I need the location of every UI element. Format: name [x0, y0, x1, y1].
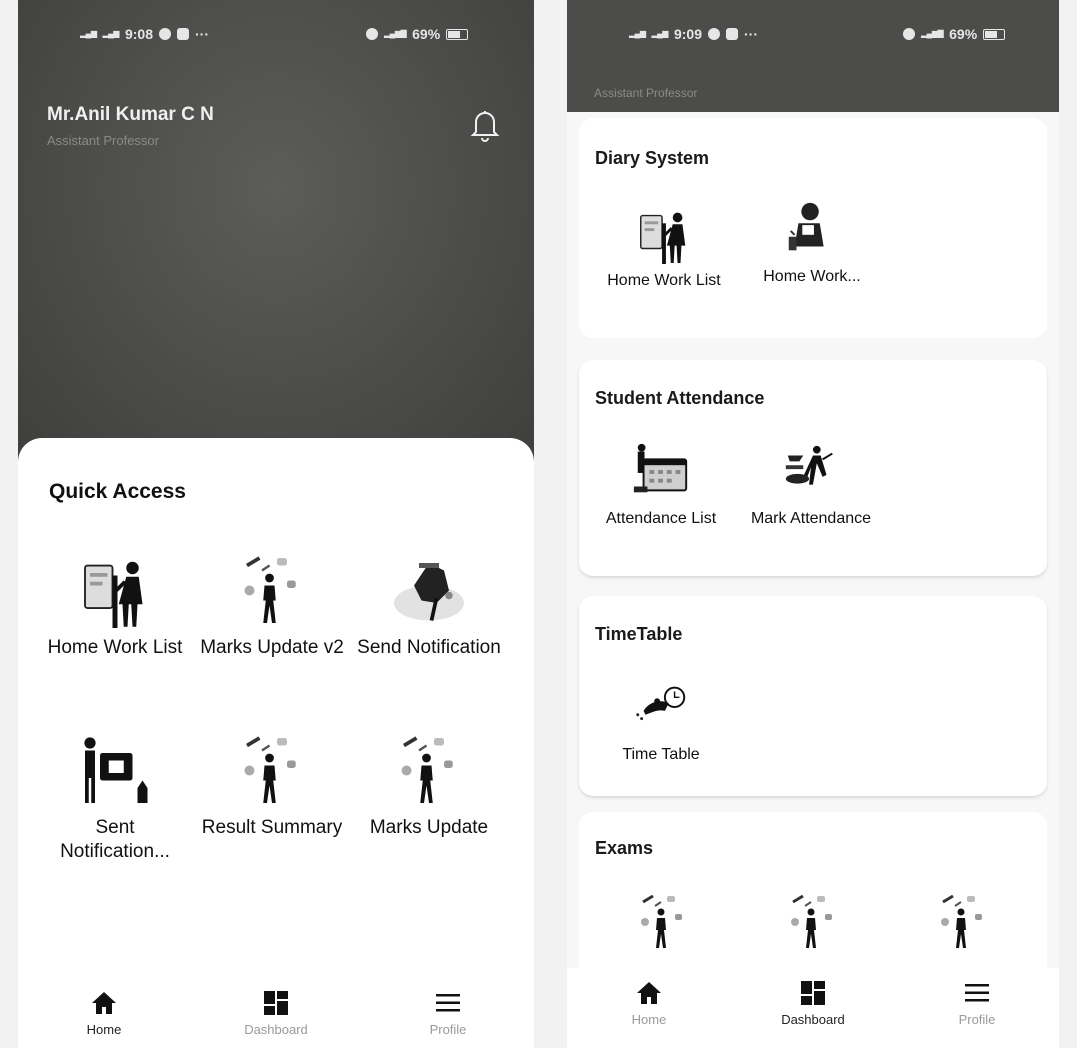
collapsed-header: ▂▄▆ ▂▄▆ 9:09 ··· ▂▄▆▇ 69% Assistant Prof… — [567, 0, 1059, 112]
message-icon — [726, 28, 738, 40]
bottom-nav: Home Dashboard Profile — [18, 978, 534, 1048]
home-icon — [92, 992, 116, 1014]
left-phone-screen: ▂▄▆ ▂▄▆ 9:08 ··· ▂▄▆▇ 69% Mr.Anil Kumar … — [18, 0, 534, 1048]
nav-label: Home — [86, 1022, 122, 1037]
tile-label: Time Table — [622, 746, 700, 763]
status-bar: ▂▄▆ ▂▄▆ 9:08 ··· ▂▄▆▇ 69% — [18, 22, 534, 46]
battery-icon — [983, 28, 1006, 40]
message-icon — [177, 28, 189, 40]
menu-icon — [436, 994, 460, 1012]
tile-label: Marks Update — [369, 817, 489, 838]
teacher-illustration-icon — [787, 201, 825, 252]
tile-label: Marks Update v2 — [200, 637, 344, 658]
dashboard-icon — [801, 981, 825, 1005]
quick-access-marks-update-v2[interactable]: Marks Update v2 — [197, 548, 347, 660]
signal-icon: ▂▄▆ — [651, 29, 668, 38]
quick-access-sent-notification[interactable]: Sent Notification... — [40, 728, 190, 864]
nav-label: Profile — [958, 1012, 996, 1027]
signal-icon: ▂▄▆ — [80, 29, 97, 38]
quick-access-result-summary[interactable]: Result Summary — [197, 728, 347, 840]
user-role: Assistant Professor — [594, 86, 698, 100]
marks-illustration-icon[interactable] — [781, 888, 845, 952]
homework-illustration-icon — [639, 211, 687, 264]
quick-access-marks-update[interactable]: Marks Update — [354, 728, 504, 840]
student-attendance-card: Student Attendance Attendance List Mark … — [579, 360, 1047, 576]
diary-home-work-list[interactable]: Home Work List — [594, 202, 734, 291]
nav-home[interactable]: Home — [18, 978, 190, 1048]
tile-label: Result Summary — [201, 817, 343, 838]
tile-label: Home Work List — [47, 637, 183, 658]
section-title: Diary System — [595, 148, 710, 168]
nav-dashboard[interactable]: Dashboard — [731, 968, 895, 1048]
marks-illustration-icon[interactable] — [631, 888, 695, 952]
tile-label: Home Work... — [763, 268, 861, 285]
marks-illustration-icon[interactable] — [931, 888, 995, 952]
tile-label: Sent Notification... — [60, 817, 170, 862]
network-icon: ▂▄▆▇ — [384, 29, 407, 38]
more-icon: ··· — [195, 26, 209, 42]
network-icon: ▂▄▆▇ — [921, 29, 944, 38]
tile-label: Mark Attendance — [750, 510, 872, 527]
nav-dashboard[interactable]: Dashboard — [190, 978, 362, 1048]
marks-illustration-icon — [399, 736, 455, 805]
user-role: Assistant Professor — [47, 133, 159, 148]
sent-notification-illustration-icon — [84, 737, 148, 803]
timetable-card: TimeTable Time Table — [579, 596, 1047, 796]
battery-percent: 69% — [949, 26, 978, 42]
nav-profile[interactable]: Profile — [362, 978, 534, 1048]
diary-system-card: Diary System Home Work List Home Work... — [579, 118, 1047, 338]
more-icon: ··· — [744, 26, 758, 42]
quick-access-home-work-list[interactable]: Home Work List — [40, 548, 190, 660]
status-bar: ▂▄▆ ▂▄▆ 9:09 ··· ▂▄▆▇ 69% — [567, 22, 1059, 46]
mark-attendance-illustration-icon — [784, 444, 834, 486]
time-table[interactable]: Time Table — [591, 676, 731, 765]
status-time: 9:08 — [124, 26, 153, 42]
battery-percent: 69% — [412, 26, 441, 42]
quick-access-title: Quick Access — [49, 480, 186, 503]
profile-header: ▂▄▆ ▂▄▆ 9:08 ··· ▂▄▆▇ 69% Mr.Anil Kumar … — [18, 0, 534, 470]
section-title: TimeTable — [595, 624, 683, 644]
facebook-icon — [708, 28, 720, 40]
tile-label: Attendance List — [605, 510, 717, 527]
signal-icon: ▂▄▆ — [629, 29, 646, 38]
diary-home-work[interactable]: Home Work... — [742, 198, 882, 287]
battery-icon — [446, 28, 469, 40]
dashboard-icon — [264, 991, 288, 1015]
nav-label: Profile — [429, 1022, 467, 1037]
nav-home[interactable]: Home — [567, 968, 731, 1048]
mark-attendance[interactable]: Mark Attendance — [741, 440, 881, 529]
homework-illustration-icon — [83, 559, 145, 628]
bottom-nav: Home Dashboard Profile — [567, 968, 1059, 1048]
attendance-list[interactable]: Attendance List — [591, 440, 731, 529]
alarm-icon — [903, 28, 915, 40]
calendar-illustration-icon — [632, 442, 688, 494]
clock-illustration-icon — [635, 686, 686, 722]
menu-icon — [965, 984, 989, 1002]
send-notification-illustration-icon — [392, 561, 466, 623]
nav-label: Dashboard — [244, 1022, 308, 1037]
marks-illustration-icon — [242, 736, 298, 805]
tile-label: Send Notification — [357, 637, 501, 658]
facebook-icon — [159, 28, 171, 40]
home-icon — [637, 982, 661, 1004]
bell-icon[interactable] — [470, 108, 500, 142]
user-name: Mr.Anil Kumar C N — [47, 104, 214, 125]
tile-label: Home Work List — [607, 272, 721, 289]
status-time: 9:09 — [673, 26, 702, 42]
exams-card: Exams — [579, 812, 1047, 992]
signal-icon: ▂▄▆ — [102, 29, 119, 38]
quick-access-send-notification[interactable]: Send Notification — [354, 548, 504, 660]
right-phone-screen: ▂▄▆ ▂▄▆ 9:09 ··· ▂▄▆▇ 69% Assistant Prof… — [567, 0, 1059, 1048]
marks-illustration-icon — [242, 556, 298, 625]
nav-label: Home — [631, 1012, 667, 1027]
section-title: Student Attendance — [595, 388, 765, 408]
alarm-icon — [366, 28, 378, 40]
nav-profile[interactable]: Profile — [895, 968, 1059, 1048]
nav-label: Dashboard — [781, 1012, 845, 1027]
section-title: Exams — [595, 838, 654, 858]
